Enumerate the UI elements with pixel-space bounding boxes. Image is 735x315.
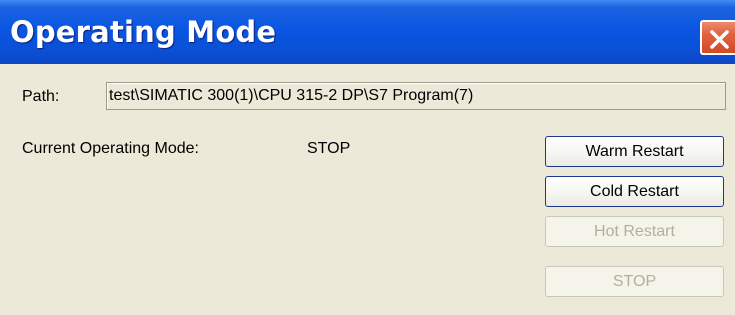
path-field: test\SIMATIC 300(1)\CPU 315-2 DP\S7 Prog… (106, 82, 726, 110)
hot-restart-button[interactable]: Hot Restart (545, 216, 724, 247)
current-mode-value: STOP (307, 140, 351, 157)
current-mode-label: Current Operating Mode: (22, 140, 199, 157)
warm-restart-button[interactable]: Warm Restart (545, 136, 724, 167)
close-button[interactable] (700, 20, 735, 55)
window-title: Operating Mode (10, 15, 277, 49)
cold-restart-button[interactable]: Cold Restart (545, 176, 724, 207)
close-icon (710, 30, 729, 49)
operating-mode-dialog: Operating Mode Path: test\SIMATIC 300(1)… (0, 0, 735, 315)
path-label: Path: (22, 88, 60, 105)
stop-button[interactable]: STOP (545, 266, 724, 297)
title-bar[interactable]: Operating Mode (0, 0, 735, 64)
